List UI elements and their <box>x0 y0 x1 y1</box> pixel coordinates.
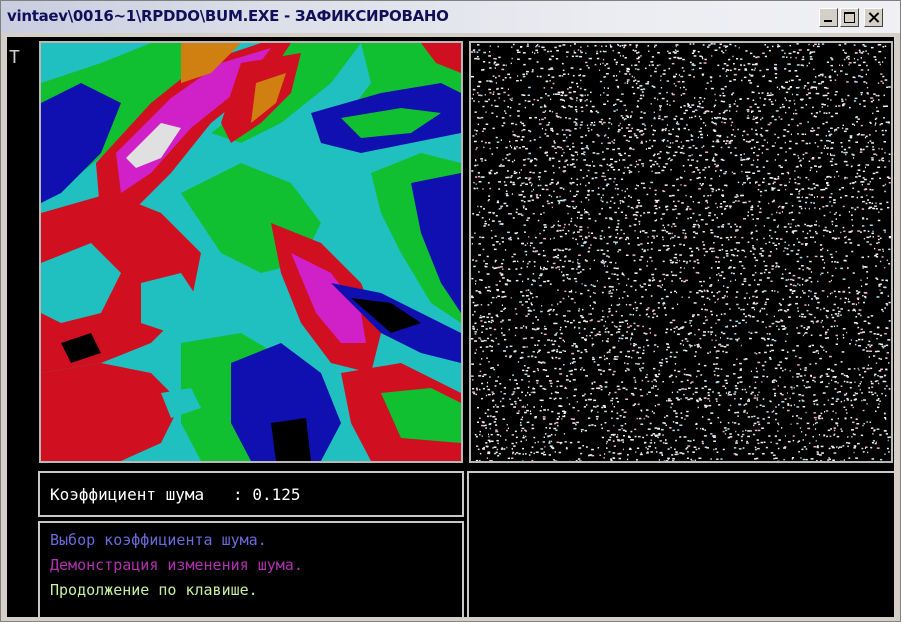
noise-coefficient-label: Коэффициент шума <box>50 485 205 504</box>
noise-coefficient-value: 0.125 <box>252 485 301 504</box>
color-map-panel <box>39 41 463 463</box>
noise-coefficient-line: Коэффициент шума : 0.125 <box>50 485 300 504</box>
menu-item-demo-noise[interactable]: Демонстрация изменения шума. <box>50 556 303 574</box>
minimize-button[interactable] <box>819 8 838 27</box>
noise-info-panel: Коэффициент шума : 0.125 <box>38 471 464 517</box>
console-area[interactable]: T Коэффициент шума: 0.125 Выбор коэффиц… <box>7 37 894 617</box>
color-map-image <box>41 43 461 461</box>
menu-item-continue[interactable]: Продолжение по клавише. <box>50 581 258 599</box>
noise-image <box>471 43 891 461</box>
noise-panel <box>469 41 893 463</box>
maximize-button[interactable] <box>840 8 859 27</box>
text-cursor: T <box>9 47 20 68</box>
noise-separator: : <box>233 485 243 504</box>
window-title: vintaev\0016~1\RPDDO\BUM.EXE - ЗАФИКСИРО… <box>7 7 449 25</box>
empty-panel <box>467 471 894 617</box>
title-bar[interactable]: vintaev\0016~1\RPDDO\BUM.EXE - ЗАФИКСИРО… <box>1 1 900 33</box>
menu-panel: Выбор коэффициента шума. Демонстрация из… <box>38 521 464 617</box>
app-window: vintaev\0016~1\RPDDO\BUM.EXE - ЗАФИКСИРО… <box>0 0 901 622</box>
menu-item-select-coefficient[interactable]: Выбор коэффициента шума. <box>50 531 267 549</box>
close-button[interactable] <box>864 8 883 27</box>
